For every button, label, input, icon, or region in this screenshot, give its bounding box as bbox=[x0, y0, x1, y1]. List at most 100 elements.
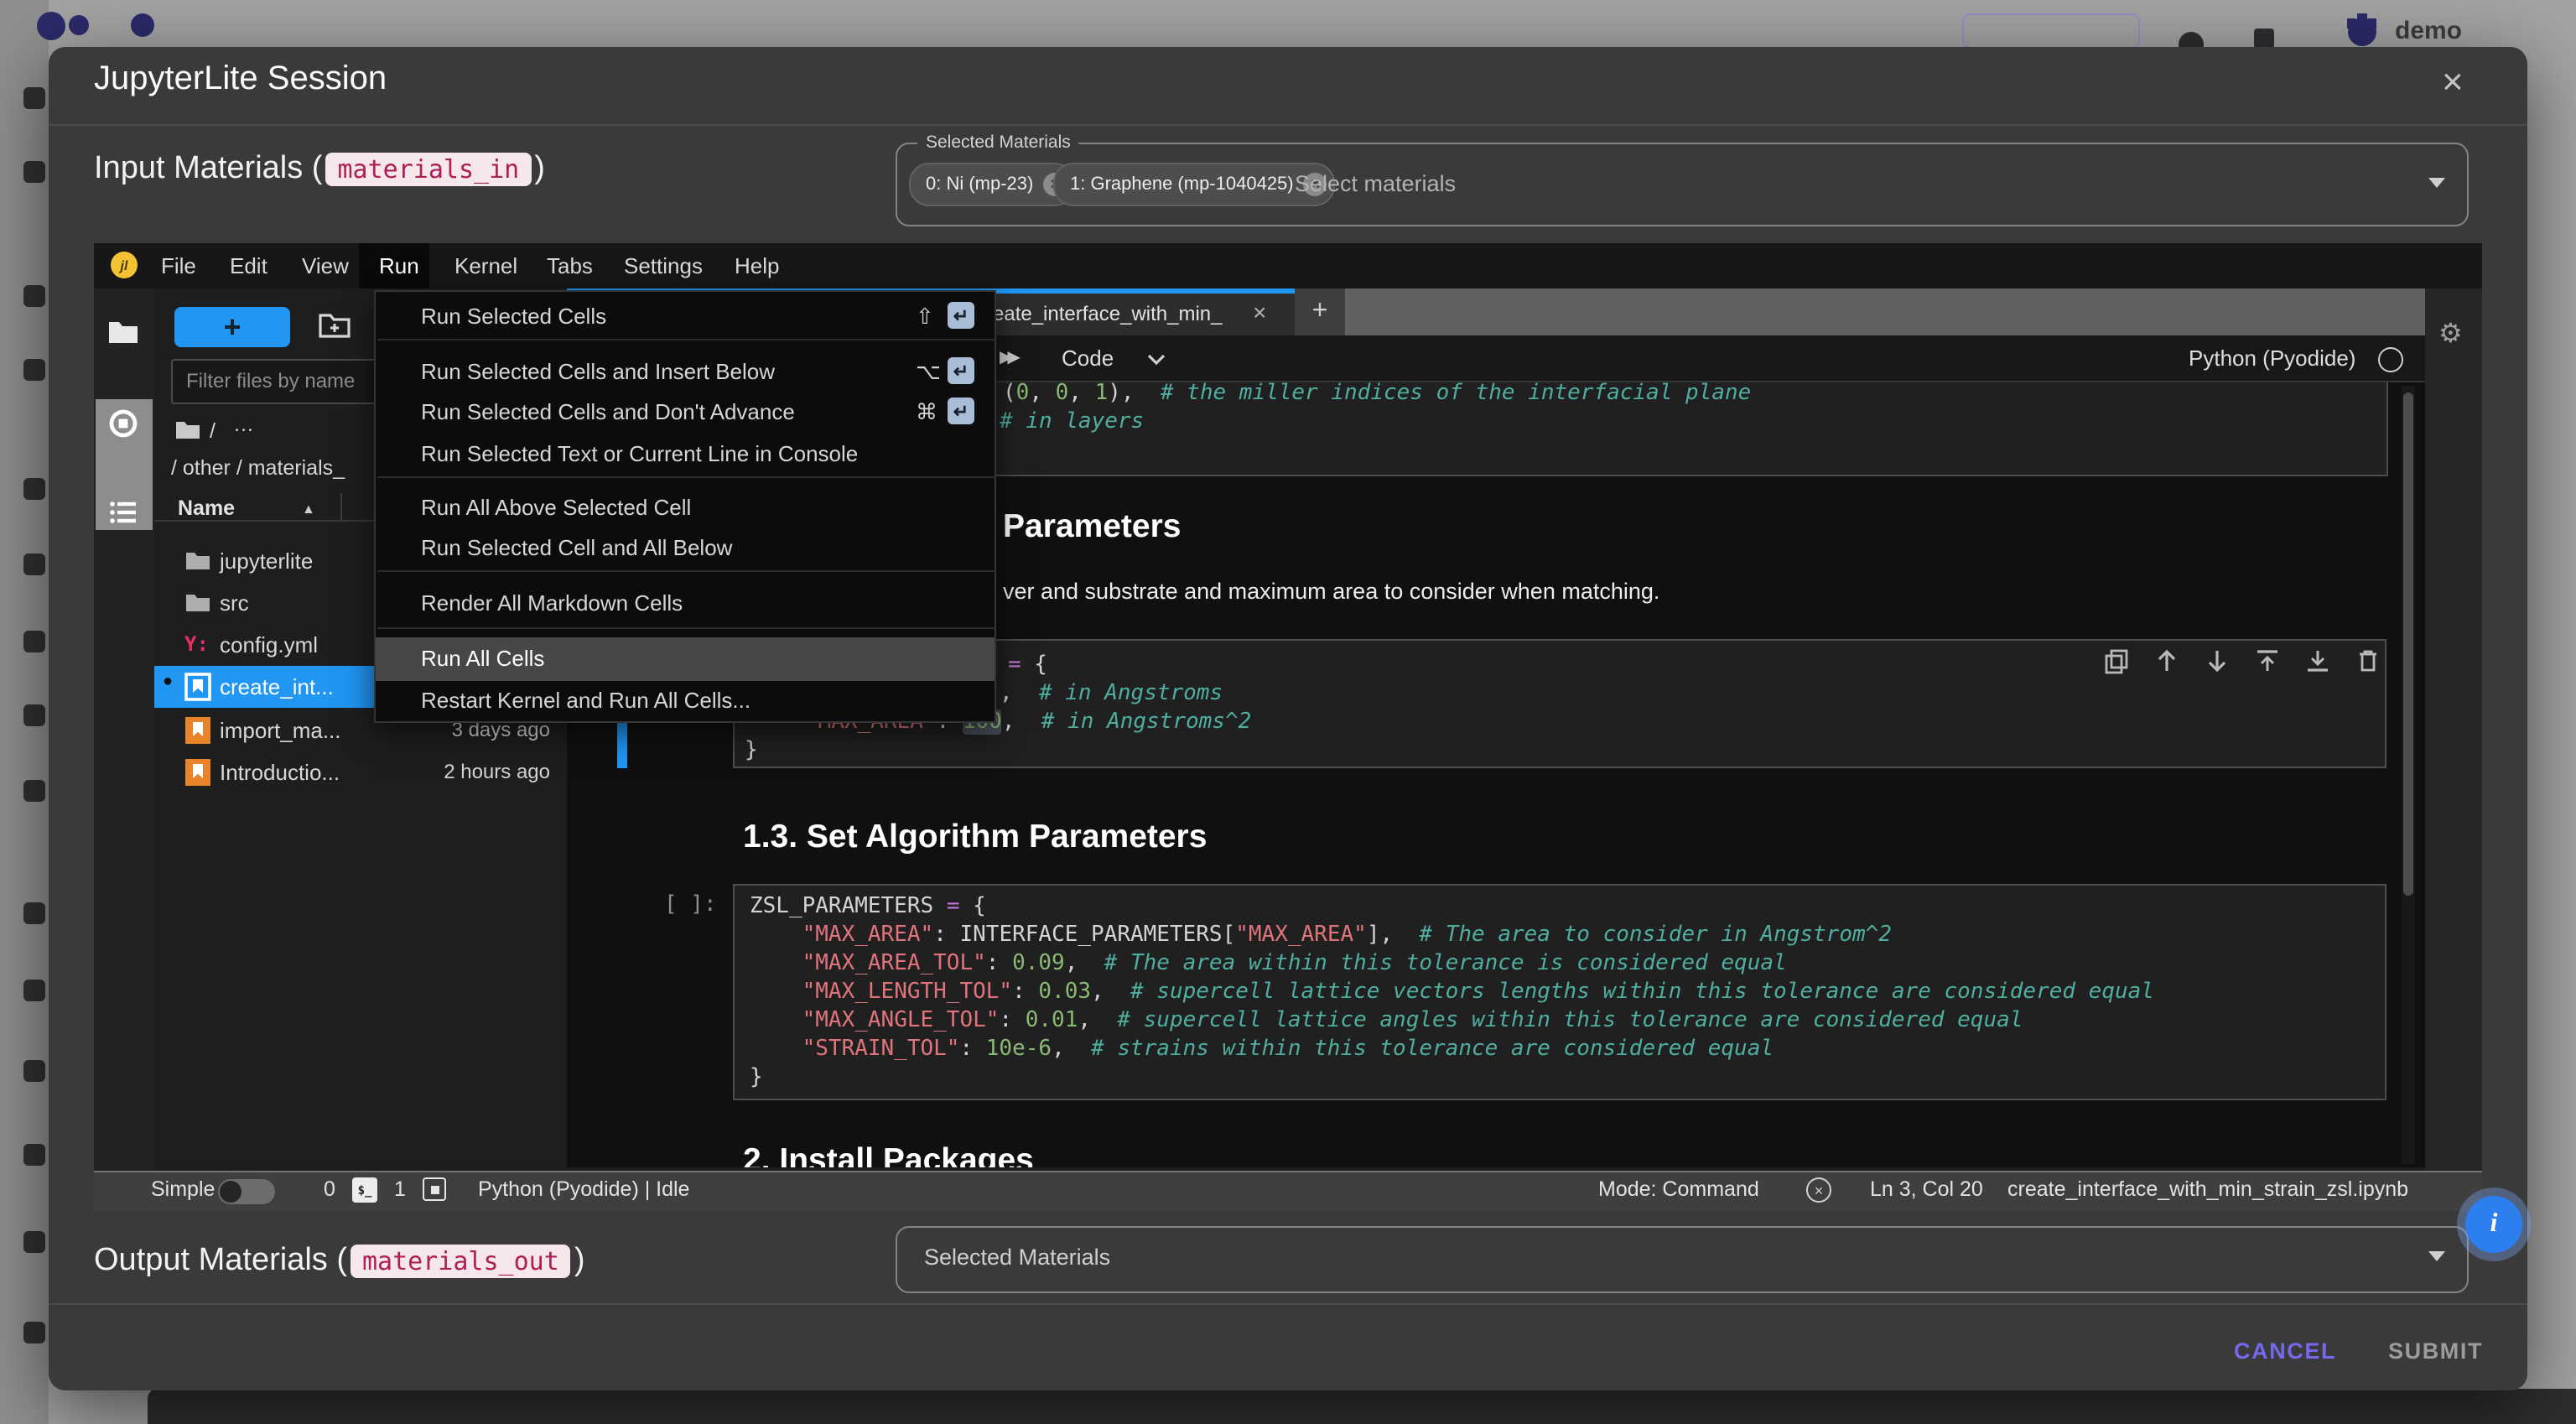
menu-item-run-text-in-console[interactable]: Run Selected Text or Current Line in Con… bbox=[376, 436, 995, 475]
menu-file[interactable]: File bbox=[161, 253, 196, 278]
move-cell-down-icon[interactable] bbox=[2204, 647, 2231, 674]
file-row[interactable]: Introductio... 2 hours ago bbox=[154, 751, 567, 793]
kernel-chip-icon[interactable] bbox=[423, 1177, 446, 1201]
code-cell[interactable]: ZSL_PARAMETERS = { "MAX_AREA": INTERFACE… bbox=[733, 884, 2386, 1100]
menu-item-run-all-above[interactable]: Run All Above Selected Cell bbox=[376, 490, 995, 528]
submit-button[interactable]: SUBMIT bbox=[2388, 1338, 2483, 1364]
output-select-value[interactable]: Selected Materials bbox=[924, 1245, 1110, 1270]
notebook-icon bbox=[184, 758, 211, 787]
delete-cell-icon[interactable] bbox=[2355, 647, 2381, 674]
selected-materials-legend: Selected Materials bbox=[917, 133, 1079, 153]
menu-run[interactable]: Run bbox=[379, 253, 419, 278]
chevron-down-icon[interactable] bbox=[2428, 178, 2445, 188]
table-of-contents-tab-icon[interactable] bbox=[109, 500, 138, 525]
enter-key-icon: ↵ bbox=[948, 302, 974, 329]
app-sidebar-icon[interactable] bbox=[23, 631, 45, 652]
menu-item-run-insert-below[interactable]: Run Selected Cells and Insert Below ⌥ ↵ bbox=[376, 354, 995, 392]
tab-close-icon[interactable]: × bbox=[1253, 299, 1266, 325]
info-button[interactable]: i bbox=[2465, 1196, 2522, 1253]
menu-item-run-dont-advance[interactable]: Run Selected Cells and Don't Advance ⌘ ↵ bbox=[376, 394, 995, 433]
app-sidebar-icon[interactable] bbox=[23, 1231, 45, 1253]
menu-item-run-all-cells[interactable]: Run All Cells bbox=[376, 637, 995, 681]
output-materials-select[interactable] bbox=[896, 1226, 2469, 1293]
kernel-status-icon[interactable] bbox=[2378, 347, 2403, 372]
app-sidebar-icon[interactable] bbox=[23, 1144, 45, 1166]
insert-cell-below-icon[interactable] bbox=[2304, 647, 2331, 674]
running-kernels-tab-icon[interactable] bbox=[109, 409, 138, 438]
move-cell-up-icon[interactable] bbox=[2153, 647, 2180, 674]
app-sidebar-icon[interactable] bbox=[23, 1322, 45, 1343]
gear-icon[interactable]: ⚙ bbox=[2438, 317, 2463, 351]
code-line: "MAX_AREA": INTERFACE_PARAMETERS["MAX_AR… bbox=[750, 921, 1892, 949]
menu-tabs[interactable]: Tabs bbox=[547, 253, 593, 278]
new-launcher-button[interactable]: + bbox=[174, 307, 290, 347]
app-sidebar-icon[interactable] bbox=[23, 359, 45, 381]
menu-settings[interactable]: Settings bbox=[624, 253, 703, 278]
breadcrumb-path[interactable]: / other / materials_ bbox=[171, 456, 345, 480]
menu-edit[interactable]: Edit bbox=[230, 253, 267, 278]
filter-files-placeholder: Filter files by name bbox=[186, 369, 355, 392]
menu-item-render-markdown[interactable]: Render All Markdown Cells bbox=[376, 585, 995, 624]
app-sidebar-icon[interactable] bbox=[23, 704, 45, 726]
menu-item-run-selected-cells[interactable]: Run Selected Cells ⇧ ↵ bbox=[376, 299, 995, 337]
app-sidebar-icon[interactable] bbox=[23, 285, 45, 307]
scrollbar-thumb[interactable] bbox=[2403, 392, 2413, 896]
markdown-heading-clipped: 2. Install Packages bbox=[743, 1142, 1034, 1167]
insert-cell-above-icon[interactable] bbox=[2254, 647, 2281, 674]
menu-kernel[interactable]: Kernel bbox=[454, 253, 517, 278]
cancel-button[interactable]: CANCEL bbox=[2234, 1338, 2336, 1364]
menu-separator bbox=[377, 627, 996, 629]
menu-item-label: Run Selected Cells and Don't Advance bbox=[421, 399, 795, 424]
app-search-box[interactable] bbox=[1962, 13, 2140, 49]
sort-ascending-icon[interactable]: ▲ bbox=[302, 502, 315, 517]
kernel-count[interactable]: 1 bbox=[394, 1177, 406, 1201]
new-folder-icon[interactable] bbox=[319, 312, 351, 339]
chevron-down-icon[interactable] bbox=[2428, 1251, 2445, 1261]
app-sidebar-icon[interactable] bbox=[23, 161, 45, 183]
avatar[interactable] bbox=[2345, 12, 2380, 47]
file-browser-tab-icon[interactable] bbox=[107, 319, 139, 346]
material-chip[interactable]: 0: Ni (mp-23) × bbox=[909, 163, 1075, 206]
trust-shield-icon[interactable]: × bbox=[1806, 1177, 1831, 1203]
menu-view[interactable]: View bbox=[302, 253, 349, 278]
simple-mode-toggle[interactable] bbox=[218, 1179, 275, 1204]
terminal-icon[interactable]: $_ bbox=[352, 1177, 377, 1203]
terminal-count[interactable]: 0 bbox=[324, 1177, 335, 1201]
breadcrumb-home-folder-icon[interactable] bbox=[174, 419, 201, 441]
material-chip[interactable]: 1: Graphene (mp-1040425) × bbox=[1053, 163, 1336, 206]
app-sidebar-icon[interactable] bbox=[23, 478, 45, 500]
menu-help[interactable]: Help bbox=[735, 253, 780, 278]
material-chip-label: 0: Ni (mp-23) bbox=[926, 174, 1033, 195]
chevron-down-icon[interactable] bbox=[1147, 354, 1166, 366]
cell-type-select[interactable]: Code bbox=[1062, 346, 1114, 371]
user-name[interactable]: demo bbox=[2395, 17, 2462, 45]
statusbar-filename: create_interface_with_min_strain_zsl.ipy… bbox=[2007, 1177, 2408, 1201]
kernel-name[interactable]: Python (Pyodide) bbox=[2189, 346, 2355, 371]
cursor-position[interactable]: Ln 3, Col 20 bbox=[1870, 1177, 1983, 1201]
name-column-header[interactable]: Name bbox=[178, 496, 235, 520]
app-sidebar-icon[interactable] bbox=[23, 87, 45, 109]
modal-close-icon[interactable]: × bbox=[2442, 64, 2464, 101]
markdown-paragraph: ver and substrate and maximum area to co… bbox=[1003, 579, 1659, 604]
app-sidebar-icon[interactable] bbox=[23, 780, 45, 802]
app-topbar-icon[interactable] bbox=[2254, 29, 2274, 49]
breadcrumb-root[interactable]: / bbox=[210, 419, 216, 443]
new-tab-button[interactable]: + bbox=[1295, 288, 1345, 335]
app-sidebar-icon[interactable] bbox=[23, 553, 45, 575]
breadcrumb-ellipsis[interactable]: … bbox=[233, 413, 254, 436]
kernel-status[interactable]: Python (Pyodide) | Idle bbox=[478, 1177, 689, 1201]
menu-item-restart-run-all[interactable]: Restart Kernel and Run All Cells... bbox=[376, 683, 995, 721]
code-line: = { bbox=[1008, 651, 1047, 679]
menu-item-label: Run Selected Cells bbox=[421, 304, 606, 329]
run-all-icon[interactable]: ▶▶ bbox=[1000, 349, 1015, 367]
mode-indicator[interactable]: Mode: Command bbox=[1598, 1177, 1759, 1201]
option-key-icon: ⌥ bbox=[916, 359, 941, 386]
notebook-scrollbar[interactable] bbox=[2402, 386, 2415, 1164]
duplicate-cell-icon[interactable] bbox=[2103, 647, 2130, 674]
select-materials-placeholder[interactable]: Select materials bbox=[1295, 171, 1456, 196]
app-sidebar-icon[interactable] bbox=[23, 1060, 45, 1082]
materials-out-badge: materials_out bbox=[351, 1245, 571, 1278]
menu-item-run-cell-and-below[interactable]: Run Selected Cell and All Below bbox=[376, 530, 995, 569]
app-sidebar-icon[interactable] bbox=[23, 902, 45, 924]
app-sidebar-icon[interactable] bbox=[23, 980, 45, 1001]
